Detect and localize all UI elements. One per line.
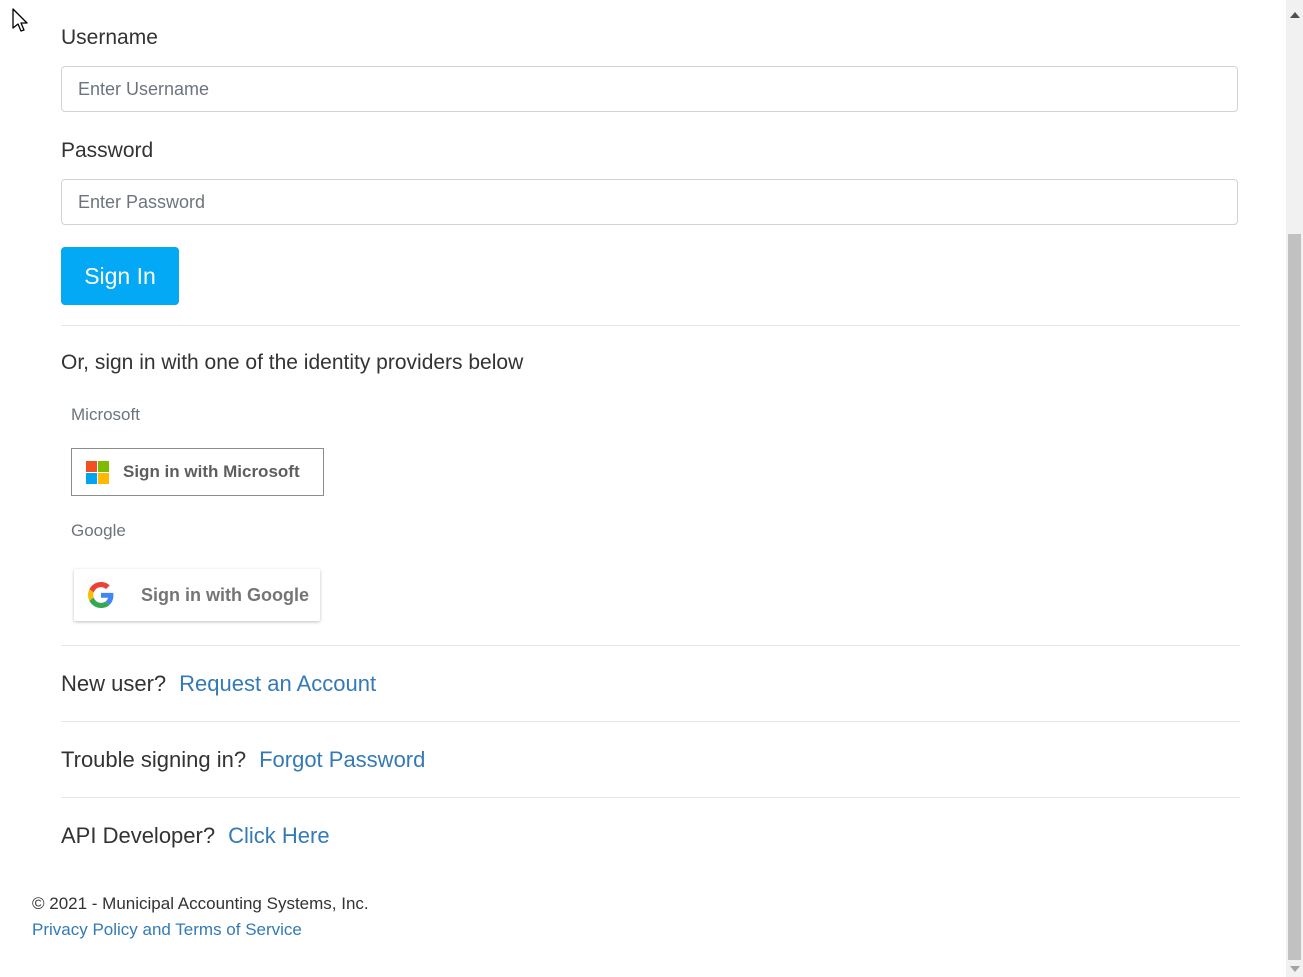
login-page: Username Password Sign In Or, sign in wi… bbox=[0, 0, 1303, 977]
divider bbox=[61, 325, 1240, 326]
google-logo-icon bbox=[88, 582, 114, 608]
divider bbox=[61, 645, 1240, 646]
trouble-signing-row: Trouble signing in? Forgot Password bbox=[61, 747, 425, 773]
api-click-here-link[interactable]: Click Here bbox=[228, 823, 329, 848]
google-provider-label: Google bbox=[71, 521, 126, 540]
request-account-link[interactable]: Request an Account bbox=[179, 671, 376, 696]
divider bbox=[61, 797, 1240, 798]
trouble-question: Trouble signing in? bbox=[61, 747, 247, 772]
username-input[interactable] bbox=[61, 66, 1238, 112]
sign-in-with-microsoft-button[interactable]: Sign in with Microsoft bbox=[71, 448, 324, 496]
footer: © 2021 - Municipal Accounting Systems, I… bbox=[32, 894, 369, 940]
username-label: Username bbox=[61, 26, 158, 49]
sign-in-button[interactable]: Sign In bbox=[61, 247, 179, 305]
microsoft-logo-icon bbox=[86, 460, 109, 484]
password-label: Password bbox=[61, 139, 154, 162]
password-input[interactable] bbox=[61, 179, 1238, 225]
scroll-up-arrow-icon[interactable] bbox=[1290, 12, 1300, 18]
google-button-label: Sign in with Google bbox=[141, 584, 309, 605]
sign-in-with-google-button[interactable]: Sign in with Google bbox=[74, 569, 320, 621]
divider bbox=[61, 721, 1240, 722]
api-developer-row: API Developer? Click Here bbox=[61, 823, 330, 849]
scrollbar-thumb[interactable] bbox=[1288, 234, 1301, 960]
vertical-scrollbar[interactable] bbox=[1286, 0, 1303, 977]
microsoft-button-label: Sign in with Microsoft bbox=[123, 462, 300, 481]
scroll-down-arrow-icon[interactable] bbox=[1290, 966, 1300, 972]
api-question: API Developer? bbox=[61, 823, 216, 848]
copyright-text: © 2021 - Municipal Accounting Systems, I… bbox=[32, 894, 369, 913]
forgot-password-link[interactable]: Forgot Password bbox=[259, 747, 425, 772]
privacy-policy-link[interactable]: Privacy Policy and Terms of Service bbox=[32, 920, 302, 939]
providers-heading: Or, sign in with one of the identity pro… bbox=[61, 351, 524, 374]
new-user-question: New user? bbox=[61, 671, 167, 696]
microsoft-provider-label: Microsoft bbox=[71, 405, 140, 424]
new-user-row: New user? Request an Account bbox=[61, 671, 376, 697]
mouse-pointer-icon bbox=[12, 8, 28, 32]
